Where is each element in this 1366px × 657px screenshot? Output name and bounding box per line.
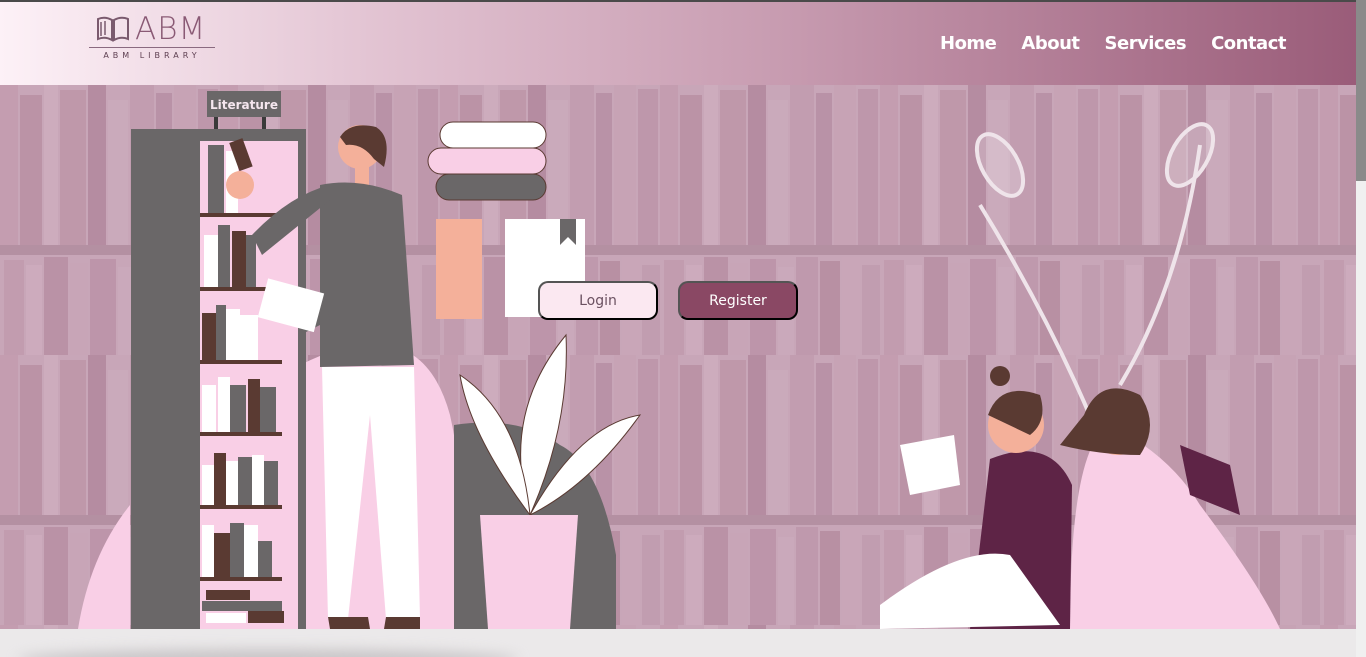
logo-subtitle: ABM LIBRARY: [103, 51, 201, 60]
logo-divider: [89, 47, 215, 48]
hero-banner: Literature Login Register: [0, 85, 1356, 629]
nav-services[interactable]: Services: [1105, 33, 1187, 54]
login-button[interactable]: Login: [538, 281, 658, 320]
logo-letters: ABM: [135, 11, 207, 47]
shelf-sign-label: Literature: [210, 98, 278, 112]
main-nav: Home About Services Contact: [940, 33, 1286, 54]
site-logo[interactable]: ABM ABM LIBRARY: [89, 11, 215, 64]
open-book-icon: [97, 16, 129, 42]
card-shadow: [18, 649, 518, 657]
bookshelf-illustration: Literature: [131, 91, 306, 629]
nav-home[interactable]: Home: [940, 33, 997, 54]
next-section-strip: [0, 629, 1356, 657]
navbar: ABM ABM LIBRARY Home About Services Cont…: [0, 2, 1356, 85]
hero-illustration: Literature: [0, 85, 1356, 629]
nav-about[interactable]: About: [1021, 33, 1080, 54]
page-scrollbar[interactable]: [1356, 0, 1366, 657]
scrollbar-thumb[interactable]: [1356, 0, 1366, 181]
nav-contact[interactable]: Contact: [1211, 33, 1286, 54]
register-button[interactable]: Register: [678, 281, 798, 320]
